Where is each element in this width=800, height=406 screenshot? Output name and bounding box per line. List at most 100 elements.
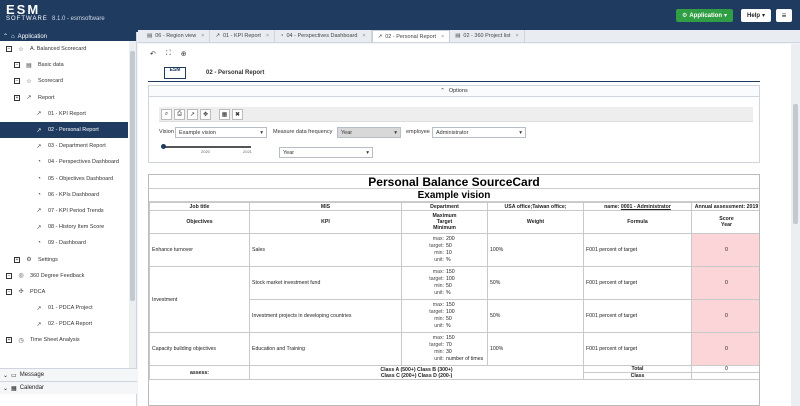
sidebar-item-basic-data[interactable]: − ▤ Basic data [0,57,128,73]
min-value: 10 [446,250,452,256]
kpi-header: KPI [249,210,402,234]
expand-icon[interactable]: + [6,337,12,344]
year-label: Year [721,222,732,228]
top-bar: ESM SOFTWARE 8.1.0 - esmsoftware ⚙ Appli… [0,0,800,32]
add-icon[interactable]: ⊕ [181,50,187,58]
sidebar-item-time-sheet-analysis[interactable]: + ◷ Time Sheet Analysis [0,332,128,348]
assess-label: assess: [149,365,250,380]
close-icon[interactable]: × [201,33,204,39]
period-slider[interactable]: 2020 2021 [161,144,252,156]
close-button[interactable]: ✖ [232,108,243,120]
move-icon: ✥ [202,111,209,118]
min-value: 30 [446,349,452,355]
sidebar-item-history-item-score[interactable]: ↗ 08 - History Item Score [0,219,128,235]
close-icon[interactable]: × [266,33,269,39]
content-scrollbar[interactable] [791,44,800,406]
sidebar-item-report[interactable]: + ↗ Report [0,90,128,106]
sidebar-item-kpi-report[interactable]: ↗ 01 - KPI Report [0,106,128,122]
tab-personal-report[interactable]: ↗ 02 - Personal Report × [371,30,451,42]
options-toggle[interactable]: ⌃ Options [148,85,760,97]
sidebar-item-pdca[interactable]: − ✣ PDCA [0,284,128,300]
slider-handle[interactable] [161,144,166,149]
sidebar-tree: − ☆ A. Balanced Scorecard − ▤ Basic data − ☆ S… [0,41,128,368]
tab-kpi-report[interactable]: ↗ 01 - KPI Report × [210,30,276,42]
table-row: Capacity building objectives Education a… [149,332,759,366]
chevron-down-icon: ⌄ [3,372,9,379]
target-value: 100 [446,276,455,282]
sidebar-item-objectives-dashboard[interactable]: ◔ 05 - Objectives Dashboard [0,171,128,187]
sidebar-item-pdca-project[interactable]: ↗ 01 - PDCA Project [0,300,128,316]
sidebar-item-personal-report[interactable]: ↗ 02 - Personal Report [0,121,128,139]
sidebar-item-balanced-scorecard[interactable]: − ☆ A. Balanced Scorecard [0,41,128,57]
help-button[interactable]: Help ▾ [741,9,771,22]
total-value: 0 [691,365,759,373]
sidebar-item-department-report[interactable]: ↗ 03 - Department Report [0,138,128,154]
employee-select[interactable]: Administrator ▾ [432,127,526,138]
move-button[interactable]: ✥ [200,108,211,120]
table-header-row: Objectives KPI Maximum Target Minimum Weig… [149,210,759,234]
expand-icon[interactable]: + [14,94,20,101]
class-legend: Class A (500+) Class B (300+) Class C (20… [249,365,584,380]
unit-value: % [446,323,451,329]
scrollbar-thumb[interactable] [793,104,798,224]
message-panel-header[interactable]: ⌄ ▭ Message [0,368,137,381]
application-button[interactable]: ⚙ Application ▾ [676,9,733,22]
collapse-icon[interactable]: − [6,288,12,295]
version-text: 8.1.0 - esmsoftware [52,16,105,22]
table-footer-row: assess: Class A (500+) Class B (300+) Cla… [149,365,759,380]
vision-select[interactable]: Example vision ▾ [175,127,267,138]
thresholds-header: Maximum Target Minimum [401,210,488,234]
score-cell: 0 [691,332,759,366]
sidebar-header[interactable]: ⌃ ⌂ Application [0,32,136,41]
sidebar-item-360-feedback[interactable]: − ◎ 360 Degree Feedback [0,268,128,284]
collapse-icon[interactable]: − [6,272,12,279]
back-icon[interactable]: ↶ [150,50,156,58]
sidebar: ⌃ ⌂ Application − ☆ A. Balanced Scorecard … [0,32,137,406]
export-button[interactable]: ▦ [219,108,230,120]
sidebar-item-perspectives-dashboard[interactable]: ◔ 04 - Perspectives Dashboard [0,154,128,170]
weight-cell: 100% [487,233,584,267]
tab-region-view[interactable]: ▤ 06 - Region view × [142,30,211,42]
sidebar-item-kpis-dashboard[interactable]: ◔ 06 - KPIs Dashboard [0,187,128,203]
fullscreen-icon[interactable]: ⛶ [166,50,171,58]
report-toolbar: ⌕ ⎙ ↗ ✥ ▦ ✖ [159,107,753,122]
close-icon[interactable]: × [441,34,444,40]
year-select[interactable]: Year ▾ [279,147,373,158]
chart-icon: ↗ [36,305,42,312]
close-icon[interactable]: × [515,33,518,39]
sidebar-item-kpi-period-trends[interactable]: ↗ 07 - KPI Period Trends [0,203,128,219]
report-subtitle: Example vision [149,189,759,202]
sidebar-item-settings[interactable]: + ⚙ Settings [0,251,128,267]
chart-icon: ↗ [36,111,42,118]
expand-icon[interactable]: + [14,256,20,263]
sidebar-scrollbar[interactable] [129,41,136,368]
chart-button[interactable]: ↗ [187,108,198,120]
search-button[interactable]: ⌕ [161,108,172,120]
tab-perspectives-dashboard[interactable]: ◔ 04 - Perspectives Dashboard × [275,30,372,42]
collapse-icon[interactable]: − [14,78,20,85]
collapse-icon[interactable]: − [6,46,12,53]
target-label: target: [429,276,444,282]
print-button[interactable]: ⎙ [174,108,185,120]
logo-main-text: ESM [6,2,41,17]
frequency-select[interactable]: Year ▾ [337,127,401,138]
collapse-icon[interactable]: − [14,62,20,69]
tab-360-project-list[interactable]: ▤ 02 - 360 Project list × [450,30,525,42]
sidebar-item-pdca-report[interactable]: ↗ 02 - PDCA Report [0,316,128,332]
thresholds-cell: max: target: min: unit: 200 50 10% [401,233,488,267]
menu-button[interactable]: ≡ [776,9,792,22]
sidebar-item-scorecard[interactable]: − ☆ Scorecard [0,73,128,89]
options-panel: ⌕ ⎙ ↗ ✥ ▦ ✖ Vision Example vision ▾ Measu… [148,97,760,163]
close-icon[interactable]: × [362,33,365,39]
max-value: 150 [446,302,455,308]
formula-cell: F001 percent of target [583,266,692,300]
document-icon: ▤ [26,62,32,69]
app-logo[interactable]: ESM SOFTWARE [6,3,48,23]
pie-chart-icon: ◔ [37,191,41,198]
sidebar-item-dashboard[interactable]: ◔ 09 - Dashboard [0,235,128,251]
scrollbar-thumb[interactable] [130,51,135,301]
target-label: target: [429,342,444,348]
sidebar-header-label: Application [17,33,48,40]
calendar-panel-header[interactable]: ⌄ ▦ Calendar [0,381,137,394]
unit-value: % [446,257,451,263]
